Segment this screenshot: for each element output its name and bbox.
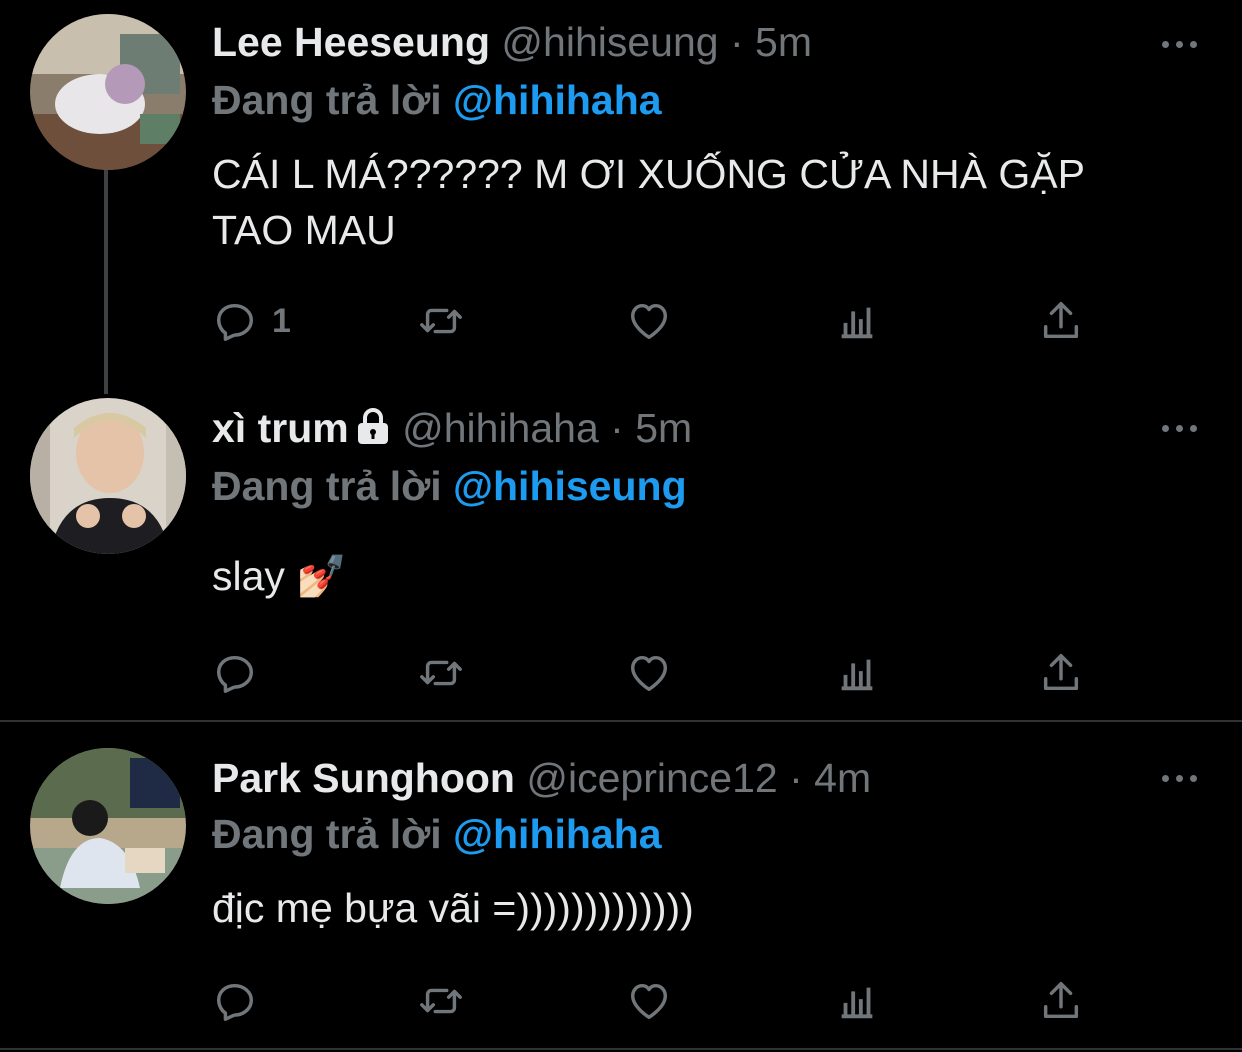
tweet-header: xì trum @hihihaha · 5m	[212, 404, 692, 456]
reply-mention-link[interactable]: @hihiseung	[453, 463, 687, 509]
reply-icon	[216, 303, 254, 341]
retweet-icon	[420, 988, 462, 1014]
display-name[interactable]: Lee Heeseung	[212, 19, 490, 65]
tweet-header: Lee Heeseung @hihiseung · 5m	[212, 18, 812, 66]
tweet-text: slay 💅🏻	[212, 553, 348, 599]
more-icon[interactable]	[1158, 768, 1202, 788]
share-button[interactable]	[1038, 976, 1084, 1026]
tweet-3[interactable]: Park Sunghoon @iceprince12 · 4m Đang trả…	[0, 722, 1242, 1052]
reply-button[interactable]	[212, 976, 272, 1026]
reply-mention-link[interactable]: @hihihaha	[453, 811, 662, 857]
analytics-icon	[841, 659, 873, 691]
tweet-divider	[0, 1048, 1242, 1050]
timestamp[interactable]: 5m	[635, 405, 692, 451]
more-icon[interactable]	[1158, 418, 1202, 438]
share-icon	[1043, 302, 1079, 339]
replying-prefix: Đang trả lời	[212, 463, 442, 509]
tweet-header: Park Sunghoon @iceprince12 · 4m	[212, 754, 871, 802]
retweet-button[interactable]	[418, 976, 464, 1026]
analytics-icon	[841, 307, 873, 339]
share-icon	[1043, 654, 1079, 691]
reply-button[interactable]: 1	[212, 296, 291, 346]
lock-icon	[355, 406, 391, 456]
retweet-icon	[420, 660, 462, 686]
username[interactable]: @hihiseung	[501, 19, 718, 65]
tweet-text: CÁI L MÁ?????? M ƠI XUỐNG CỬA NHÀ GẶP TA…	[212, 151, 1085, 253]
replying-to: Đang trả lời @hihihaha	[212, 810, 662, 858]
reply-icon	[216, 655, 254, 693]
replying-to: Đang trả lời @hihiseung	[212, 462, 687, 510]
reply-count: 1	[272, 301, 291, 340]
retweet-button[interactable]	[418, 648, 464, 698]
replying-prefix: Đang trả lời	[212, 811, 442, 857]
like-icon	[630, 983, 668, 1020]
reply-icon	[216, 983, 254, 1021]
replying-prefix: Đang trả lời	[212, 77, 442, 123]
analytics-icon	[841, 987, 873, 1019]
timestamp[interactable]: 4m	[814, 755, 871, 801]
like-icon	[630, 303, 668, 340]
avatar[interactable]	[30, 14, 186, 170]
tweet-2[interactable]: xì trum @hihihaha · 5m Đang trả lời @hih…	[0, 380, 1242, 720]
separator-dot: ·	[729, 19, 744, 65]
avatar[interactable]	[30, 398, 186, 554]
tweet-text: địc mẹ bựa vãi =)))))))))))))	[212, 885, 694, 931]
analytics-button[interactable]	[834, 296, 880, 346]
avatar[interactable]	[30, 748, 186, 904]
share-icon	[1043, 982, 1079, 1019]
reply-mention-link[interactable]: @hihihaha	[453, 77, 662, 123]
like-button[interactable]	[626, 296, 672, 346]
more-icon[interactable]	[1158, 34, 1202, 54]
tweet-actions	[212, 976, 1112, 1026]
separator-dot: ·	[610, 405, 624, 451]
display-name[interactable]: Park Sunghoon	[212, 755, 515, 801]
like-icon	[630, 655, 668, 692]
analytics-button[interactable]	[834, 648, 880, 698]
tweet-actions: 1	[212, 296, 1112, 346]
like-button[interactable]	[626, 648, 672, 698]
tweet-actions	[212, 648, 1112, 698]
retweet-button[interactable]	[418, 296, 464, 346]
tweet-1[interactable]: Lee Heeseung @hihiseung · 5m Đang trả lờ…	[0, 0, 1242, 380]
username[interactable]: @iceprince12	[526, 755, 777, 801]
retweet-icon	[420, 308, 462, 334]
username[interactable]: @hihihaha	[402, 405, 599, 451]
share-button[interactable]	[1038, 296, 1084, 346]
display-name[interactable]: xì trum	[212, 405, 349, 451]
like-button[interactable]	[626, 976, 672, 1026]
reply-button[interactable]	[212, 648, 272, 698]
share-button[interactable]	[1038, 648, 1084, 698]
replying-to: Đang trả lời @hihihaha	[212, 76, 662, 124]
timestamp[interactable]: 5m	[755, 19, 812, 65]
analytics-button[interactable]	[834, 976, 880, 1026]
separator-dot: ·	[789, 755, 803, 801]
